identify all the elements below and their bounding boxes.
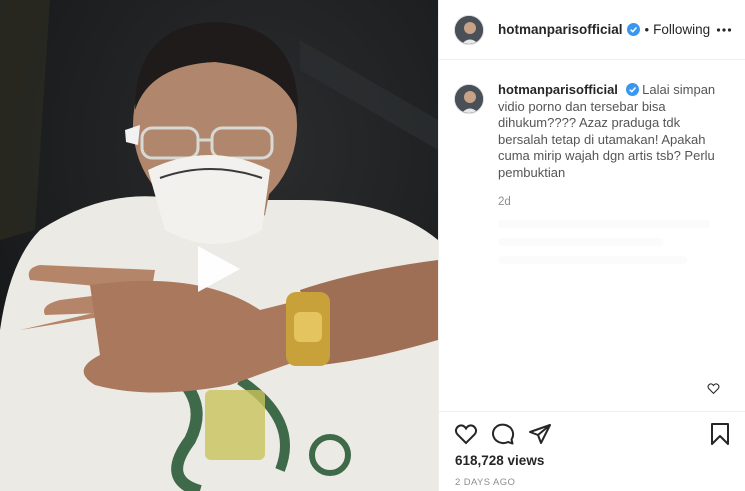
caption-username[interactable]: hotmanparisofficial bbox=[498, 82, 618, 97]
comments-area bbox=[498, 220, 734, 370]
caption-age[interactable]: 2d bbox=[498, 196, 511, 208]
post-header: hotmanparisofficial • Following bbox=[439, 0, 745, 60]
bookmark-icon[interactable] bbox=[708, 422, 732, 446]
verified-badge-icon bbox=[625, 83, 639, 96]
avatar[interactable] bbox=[454, 14, 484, 45]
comment-icon[interactable] bbox=[491, 422, 515, 446]
avatar-image bbox=[455, 15, 483, 44]
video-player[interactable] bbox=[0, 0, 438, 491]
caption-text: hotmanparisofficial Lalai simpan vidio p… bbox=[498, 82, 728, 181]
caption: hotmanparisofficial Lalai simpan vidio p… bbox=[454, 82, 734, 181]
separator-dot: • bbox=[644, 22, 650, 37]
avatar-image bbox=[455, 85, 483, 113]
instagram-post: hotmanparisofficial • Following hotmanpa… bbox=[0, 0, 745, 491]
post-date[interactable]: 2 DAYS AGO bbox=[455, 477, 515, 488]
header-username[interactable]: hotmanparisofficial bbox=[498, 22, 623, 37]
like-heart-icon[interactable] bbox=[454, 422, 478, 446]
post-side-panel: hotmanparisofficial • Following hotmanpa… bbox=[438, 0, 745, 491]
caption-avatar[interactable] bbox=[454, 84, 484, 114]
comment-like-heart-icon[interactable] bbox=[707, 382, 720, 395]
following-button[interactable]: Following bbox=[653, 22, 710, 37]
action-bar: 618,728 views 2 DAYS AGO bbox=[439, 411, 745, 491]
play-icon[interactable] bbox=[186, 238, 248, 300]
more-options-icon[interactable] bbox=[716, 22, 732, 38]
share-icon[interactable] bbox=[528, 422, 552, 446]
view-count[interactable]: 618,728 views bbox=[455, 453, 544, 468]
verified-badge-icon bbox=[626, 23, 640, 36]
